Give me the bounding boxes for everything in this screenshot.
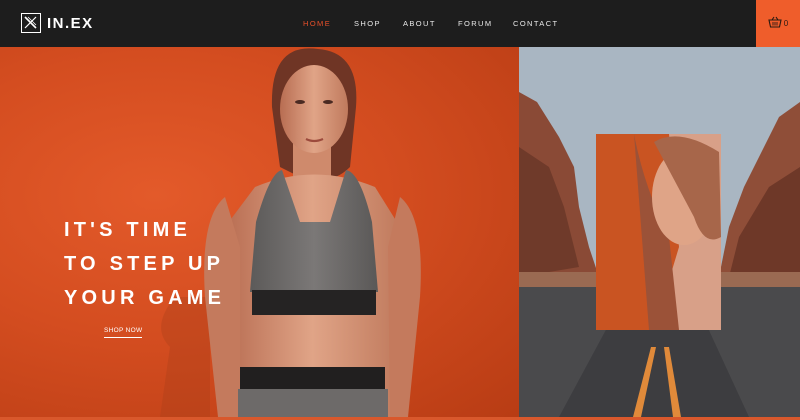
cart-count: 0 bbox=[783, 19, 789, 28]
nav-item-contact[interactable]: CONTACT bbox=[513, 19, 559, 28]
secondary-image-panel bbox=[519, 47, 800, 417]
cart-button[interactable]: 0 bbox=[756, 0, 800, 47]
nav-item-home[interactable]: HOME bbox=[303, 19, 331, 28]
main-menu: HOME SHOP ABOUT FORUM CONTACT bbox=[0, 19, 800, 31]
shopping-basket-icon bbox=[768, 15, 782, 33]
nav-item-about[interactable]: ABOUT bbox=[403, 19, 436, 28]
hero-headline: IT'S TIME TO STEP UP YOUR GAME bbox=[64, 213, 225, 315]
hero-banner: IT'S TIME TO STEP UP YOUR GAME SHOP NOW bbox=[0, 47, 519, 417]
headline-line: YOUR GAME bbox=[64, 287, 226, 309]
shop-now-link[interactable]: SHOP NOW bbox=[104, 327, 143, 338]
top-navigation: IN.EX HOME SHOP ABOUT FORUM CONTACT 0 bbox=[0, 0, 800, 47]
desert-road-image bbox=[519, 47, 800, 417]
nav-item-shop[interactable]: SHOP bbox=[354, 19, 381, 28]
headline-line: IT'S TIME bbox=[64, 219, 191, 241]
nav-item-forum[interactable]: FORUM bbox=[458, 19, 493, 28]
headline-line: TO STEP UP bbox=[64, 253, 225, 275]
